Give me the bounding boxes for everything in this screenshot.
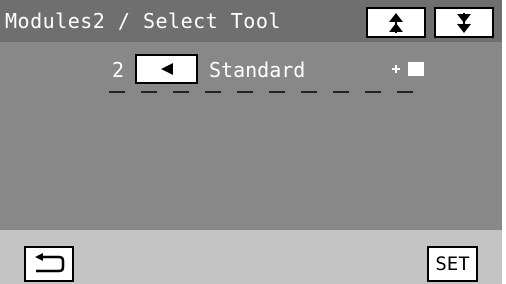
tool-position-marker-icon [392, 62, 424, 76]
tool-slot-dashes [109, 91, 413, 93]
screen-edge [502, 0, 506, 284]
title-bar: Modules2 / Select Tool [0, 0, 502, 42]
tool-list-panel: 2 Standard [0, 42, 502, 230]
set-button[interactable]: SET [427, 246, 478, 282]
tool-number: 2 [112, 58, 125, 82]
return-arrow-icon [35, 253, 65, 273]
footer-bar: SET [0, 230, 502, 284]
scroll-down-button[interactable] [434, 7, 494, 38]
scroll-up-button[interactable] [366, 7, 426, 38]
double-up-arrow-icon [389, 12, 403, 33]
double-down-arrow-icon [457, 12, 471, 33]
left-triangle-icon [160, 63, 173, 75]
select-tool-arrow-button[interactable] [135, 54, 198, 84]
tool-name: Standard [209, 58, 306, 82]
select-tool-screen: Modules2 / Select Tool 2 Standard SET [0, 0, 502, 284]
back-button[interactable] [24, 246, 74, 282]
page-title: Modules2 / Select Tool [5, 9, 281, 33]
